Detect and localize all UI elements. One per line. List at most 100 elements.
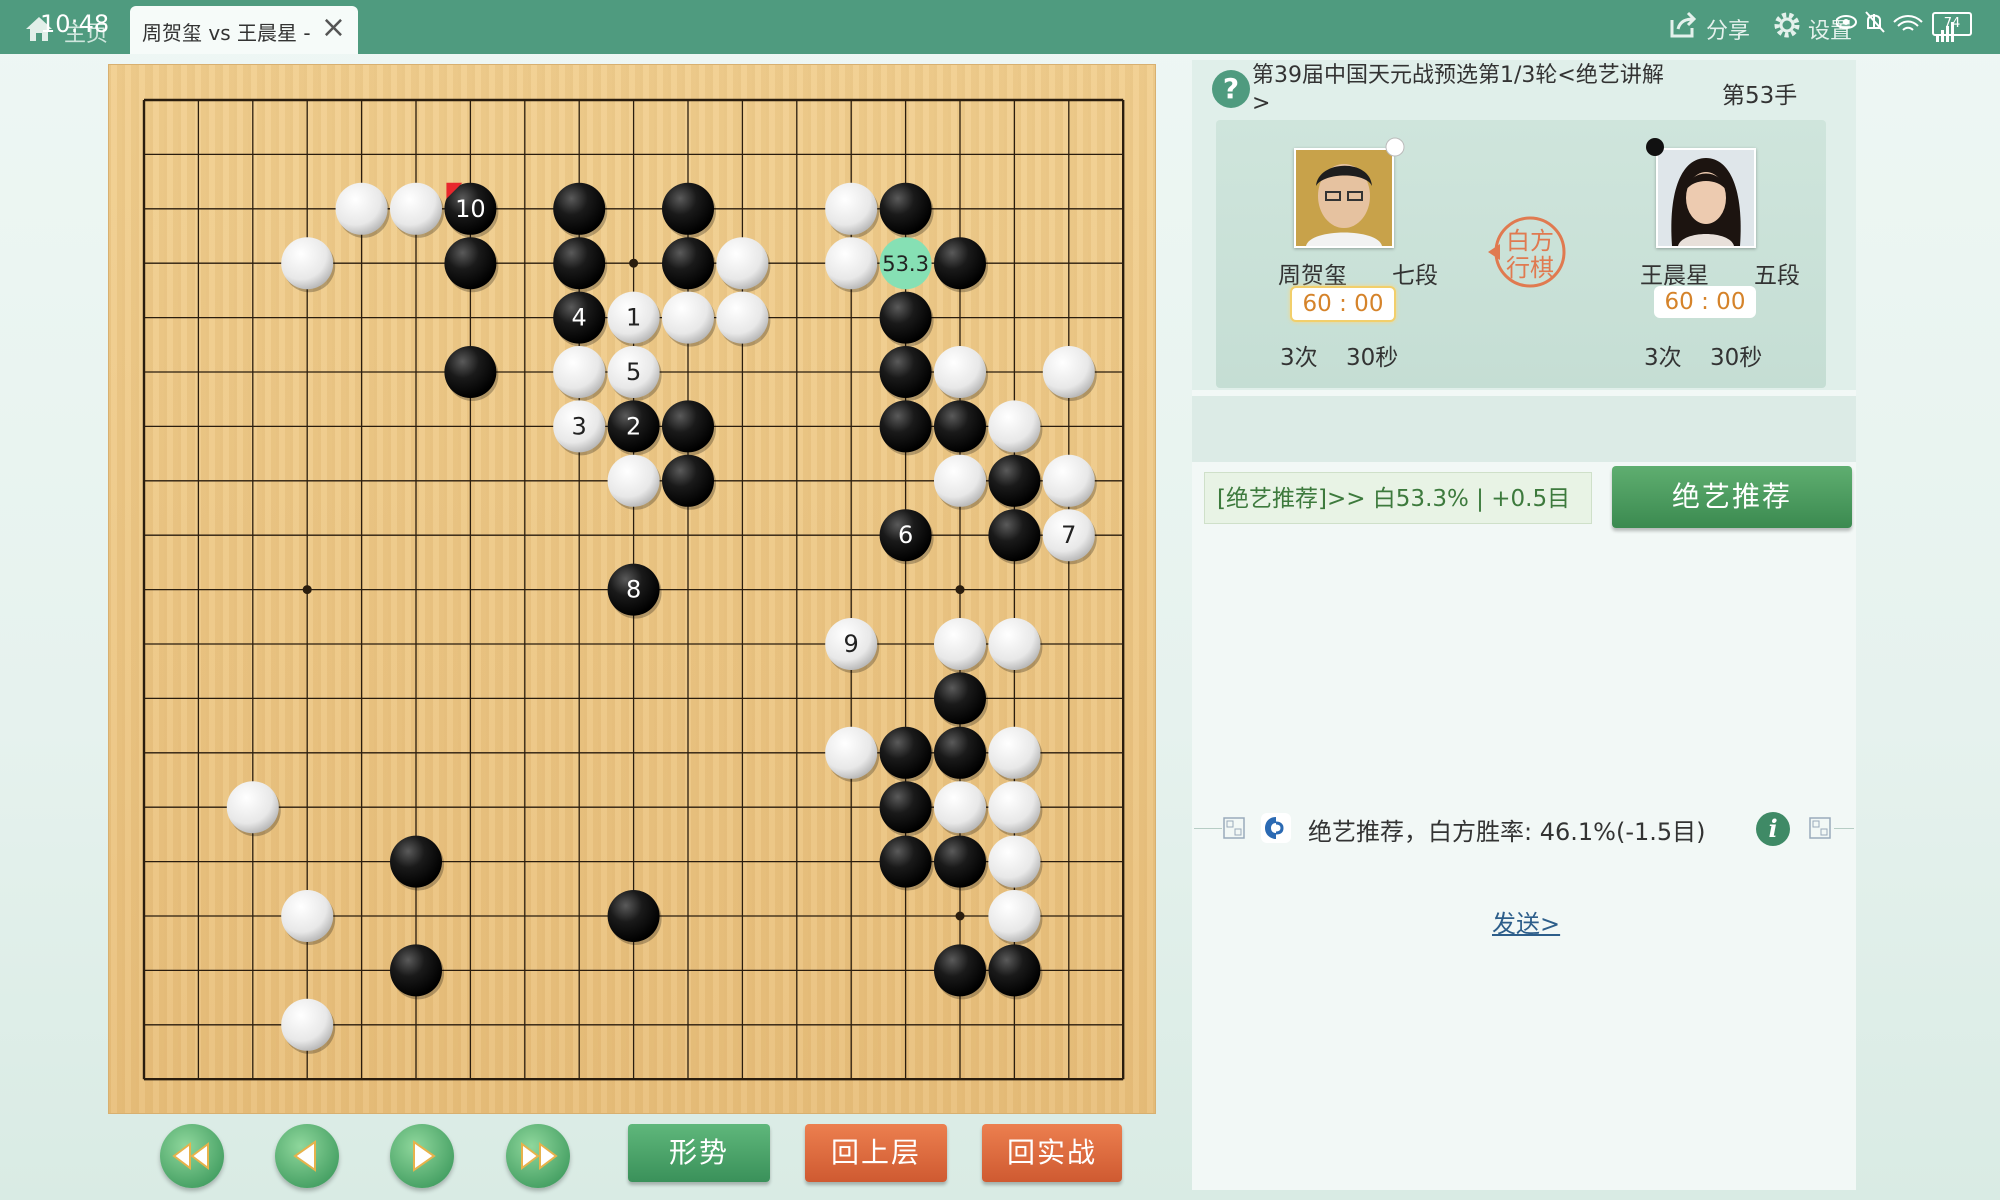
black-stone <box>879 726 932 779</box>
white-player-clock: 60 : 00 <box>1290 286 1396 322</box>
move-number-label: 7 <box>1061 521 1076 549</box>
ai-recommend-button[interactable]: 绝艺推荐 <box>1612 466 1852 528</box>
black-stone <box>662 182 714 235</box>
move-number-label: 4 <box>572 304 587 332</box>
qr-right-icon <box>1809 817 1831 839</box>
black-stone <box>934 400 986 453</box>
white-stone <box>553 346 606 398</box>
star-point <box>955 585 965 595</box>
situation-button[interactable]: 形势 <box>628 1124 770 1182</box>
white-stone <box>934 346 986 398</box>
white-byoyomi-time: 30秒 <box>1346 345 1399 371</box>
white-stone <box>934 454 986 507</box>
black-stone <box>662 400 714 453</box>
black-stone <box>390 835 442 888</box>
white-stone-indicator-icon <box>1385 137 1405 157</box>
white-stone <box>825 237 878 290</box>
white-stone <box>281 237 334 290</box>
move-number-label: 9 <box>844 630 859 658</box>
white-stone <box>825 726 878 779</box>
white-stone <box>988 890 1041 942</box>
ai-recommend-text[interactable]: [绝艺推荐]>> 白53.3% | +0.5目 <box>1204 472 1592 524</box>
ai-winrate-text: 绝艺推荐，白方胜率: 46.1%(-1.5目) <box>1308 818 1706 846</box>
star-point <box>302 585 312 595</box>
black-stone <box>607 890 660 942</box>
move-number-label: 1 <box>626 304 641 332</box>
next-move-button[interactable] <box>390 1124 454 1188</box>
prev-move-button[interactable] <box>275 1124 339 1188</box>
game-tab[interactable]: 周贺玺 vs 王晨星 - × <box>130 6 358 54</box>
black-stone <box>553 182 606 235</box>
share-icon <box>1670 11 1697 38</box>
move-number-label: 10 <box>455 195 486 223</box>
white-stone <box>1042 454 1095 507</box>
gear-icon <box>1774 12 1800 38</box>
black-stone <box>662 454 714 507</box>
double-right-arrow-icon <box>521 1142 558 1170</box>
move-number-label: 3 <box>572 412 587 440</box>
move-number-label: 6 <box>898 521 913 549</box>
send-link[interactable]: 发送> <box>1492 904 1560 939</box>
black-byoyomi-time: 30秒 <box>1710 345 1763 371</box>
black-stone <box>444 346 497 398</box>
turn-badge: 白方 行棋 <box>1486 210 1570 294</box>
go-board[interactable]: 10 53.3 4 1 5 3 2 6 7 8 9 <box>108 64 1156 1114</box>
white-stone <box>390 182 442 235</box>
star-point <box>955 911 965 921</box>
move-number-label: 2 <box>626 412 641 440</box>
last-move-button[interactable] <box>506 1124 570 1188</box>
black-player-name: 王晨星 <box>1640 263 1709 289</box>
black-stone <box>934 944 986 997</box>
black-player-avatar <box>1656 148 1756 248</box>
white-stone <box>226 781 279 834</box>
black-stone <box>444 237 497 290</box>
white-stone <box>716 237 769 290</box>
double-left-arrow-icon <box>172 1142 209 1170</box>
back-real-game-button[interactable]: 回实战 <box>982 1124 1122 1182</box>
white-stone <box>335 182 388 235</box>
black-stone <box>988 454 1041 507</box>
black-stone <box>879 346 932 398</box>
black-stone <box>879 400 932 453</box>
share-button[interactable]: 分享 <box>1668 10 1750 46</box>
back-level-button[interactable]: 回上层 <box>805 1124 947 1182</box>
status-time: 10:48 <box>40 10 110 38</box>
white-player-rank: 七段 <box>1392 263 1438 289</box>
black-stone <box>662 237 714 290</box>
info-icon[interactable]: i <box>1756 812 1790 846</box>
black-stone <box>934 726 986 779</box>
white-stone <box>934 781 986 834</box>
black-stone <box>988 944 1041 997</box>
white-player-name: 周贺玺 <box>1278 263 1347 289</box>
black-stone <box>879 835 932 888</box>
black-stone <box>879 291 932 344</box>
white-stone <box>281 998 334 1051</box>
turn-badge-line1: 白方 <box>1506 227 1554 255</box>
left-arrow-icon <box>293 1140 316 1172</box>
first-move-button[interactable] <box>160 1124 224 1188</box>
white-stone <box>988 726 1041 779</box>
ai-logo-icon <box>1261 813 1291 843</box>
close-tab-icon[interactable]: × <box>321 10 346 45</box>
tab-title: 周贺玺 vs 王晨星 - <box>142 21 311 45</box>
white-stone <box>825 182 878 235</box>
white-stone <box>988 835 1041 888</box>
white-stone <box>988 618 1041 670</box>
black-stone <box>879 182 932 235</box>
board-svg[interactable]: 10 53.3 4 1 5 3 2 6 7 8 9 <box>108 64 1156 1114</box>
settings-button[interactable]: 设置 <box>1772 10 1852 46</box>
white-stone <box>607 454 660 507</box>
black-stone <box>934 237 986 290</box>
white-player-avatar <box>1294 148 1394 248</box>
black-stone <box>553 237 606 290</box>
white-stone <box>716 291 769 344</box>
help-icon[interactable]: ? <box>1212 70 1250 108</box>
black-player-rank: 五段 <box>1754 263 1800 289</box>
star-point <box>629 258 639 268</box>
black-stone <box>934 835 986 888</box>
white-stone <box>988 781 1041 834</box>
white-stone <box>281 890 334 942</box>
black-stone <box>934 672 986 725</box>
black-stone <box>988 509 1041 562</box>
battery-indicator: 74 <box>1932 12 1972 36</box>
